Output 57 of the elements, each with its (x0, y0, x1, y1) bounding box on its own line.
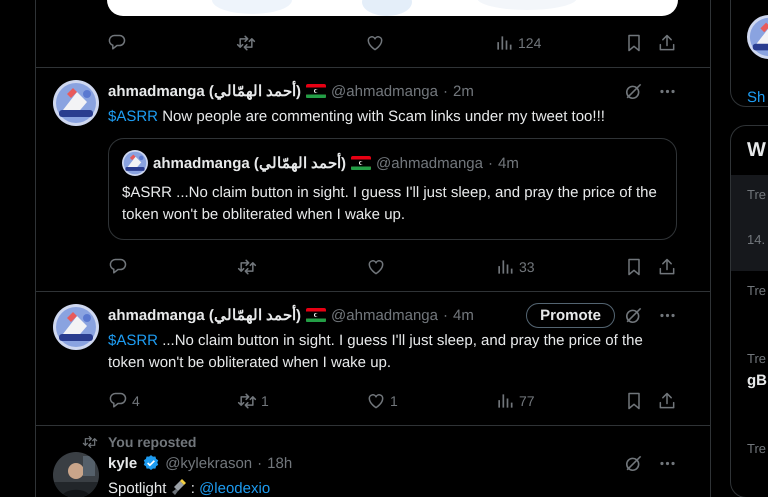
action-count: 77 (519, 392, 535, 408)
promote-button[interactable]: Promote (526, 302, 615, 328)
post-time[interactable]: 2m (453, 82, 474, 100)
author-handle: @ahmadmanga (376, 154, 483, 172)
cashtag-link[interactable]: $ASRR (108, 332, 158, 349)
trend-label: Tre (747, 283, 768, 298)
share-icon[interactable] (657, 32, 677, 52)
post-time[interactable]: 18h (267, 454, 292, 472)
author-name[interactable]: kyle (108, 454, 138, 472)
trend-item[interactable]: Tre (731, 271, 768, 339)
repost-icon[interactable] (237, 390, 257, 410)
trend-item[interactable]: Tre gB (731, 339, 768, 429)
action-count: 33 (519, 258, 535, 274)
post-time: 4m (498, 154, 519, 172)
post-count: 14. (747, 232, 766, 247)
dot-separator: · (488, 154, 493, 172)
trend-item[interactable]: Tre (731, 429, 768, 497)
action-count: 1 (261, 392, 269, 408)
author-handle[interactable]: @kylekrason (165, 454, 252, 472)
post-text: $ASRR Now people are commenting with Scam links under my tweet too!!! (108, 107, 606, 127)
author-name[interactable]: ahmadmanga (أحمد الهمّالي) (108, 82, 302, 100)
repost-icon[interactable] (237, 256, 257, 276)
trend-item[interactable]: Tre 14. (731, 175, 768, 271)
trend-label: Tre (747, 351, 768, 366)
repost-label: You reposted (108, 434, 196, 450)
post-time[interactable]: 4m (453, 306, 474, 324)
action-count: 124 (518, 34, 542, 50)
card-title: W (746, 138, 767, 163)
dot-separator: · (443, 306, 448, 324)
author-handle[interactable]: @ahmadmanga (331, 306, 438, 324)
trend-label: Tre (747, 187, 768, 202)
author-handle[interactable]: @ahmadmanga (331, 82, 438, 100)
action-count: 1 (390, 392, 398, 408)
cashtag-link[interactable]: $ASRR (108, 108, 158, 125)
slashed-circle-icon[interactable] (624, 306, 643, 324)
share-icon[interactable] (657, 256, 677, 276)
repost-icon (82, 434, 98, 450)
flashlight-icon (170, 478, 187, 496)
reply-icon[interactable] (107, 32, 127, 52)
dot-separator: · (443, 82, 448, 100)
trend-label: Tre (747, 441, 768, 456)
author-name: ahmadmanga (أحمد الهمّالي) (153, 154, 346, 172)
mention-link[interactable]: @leodexio (199, 480, 270, 497)
quoted-text: $ASRR ...No claim button in sight. I guess I'll just sleep, and pray the price of the token won't be obliterated when I wake up. (122, 183, 658, 225)
slashed-circle-icon[interactable] (624, 82, 643, 100)
dot-separator: · (257, 454, 262, 472)
reply-icon[interactable] (108, 256, 128, 276)
reply-icon[interactable] (108, 390, 128, 410)
show-link[interactable]: Sh (747, 89, 768, 106)
author-name[interactable]: ahmadmanga (أحمد الهمّالي) (108, 306, 302, 324)
share-icon[interactable] (657, 390, 677, 410)
trend-name: gB (747, 372, 768, 389)
post-text: Spotlight : @leodexio (108, 478, 272, 497)
action-count: 4 (132, 392, 140, 408)
repost-icon[interactable] (236, 32, 256, 52)
post-text: $ASRR ...No claim button in sight. I guess I'll just sleep, and pray the price of the token won't be obliterated when I wake up. (108, 331, 644, 373)
slashed-circle-icon[interactable] (624, 454, 643, 472)
